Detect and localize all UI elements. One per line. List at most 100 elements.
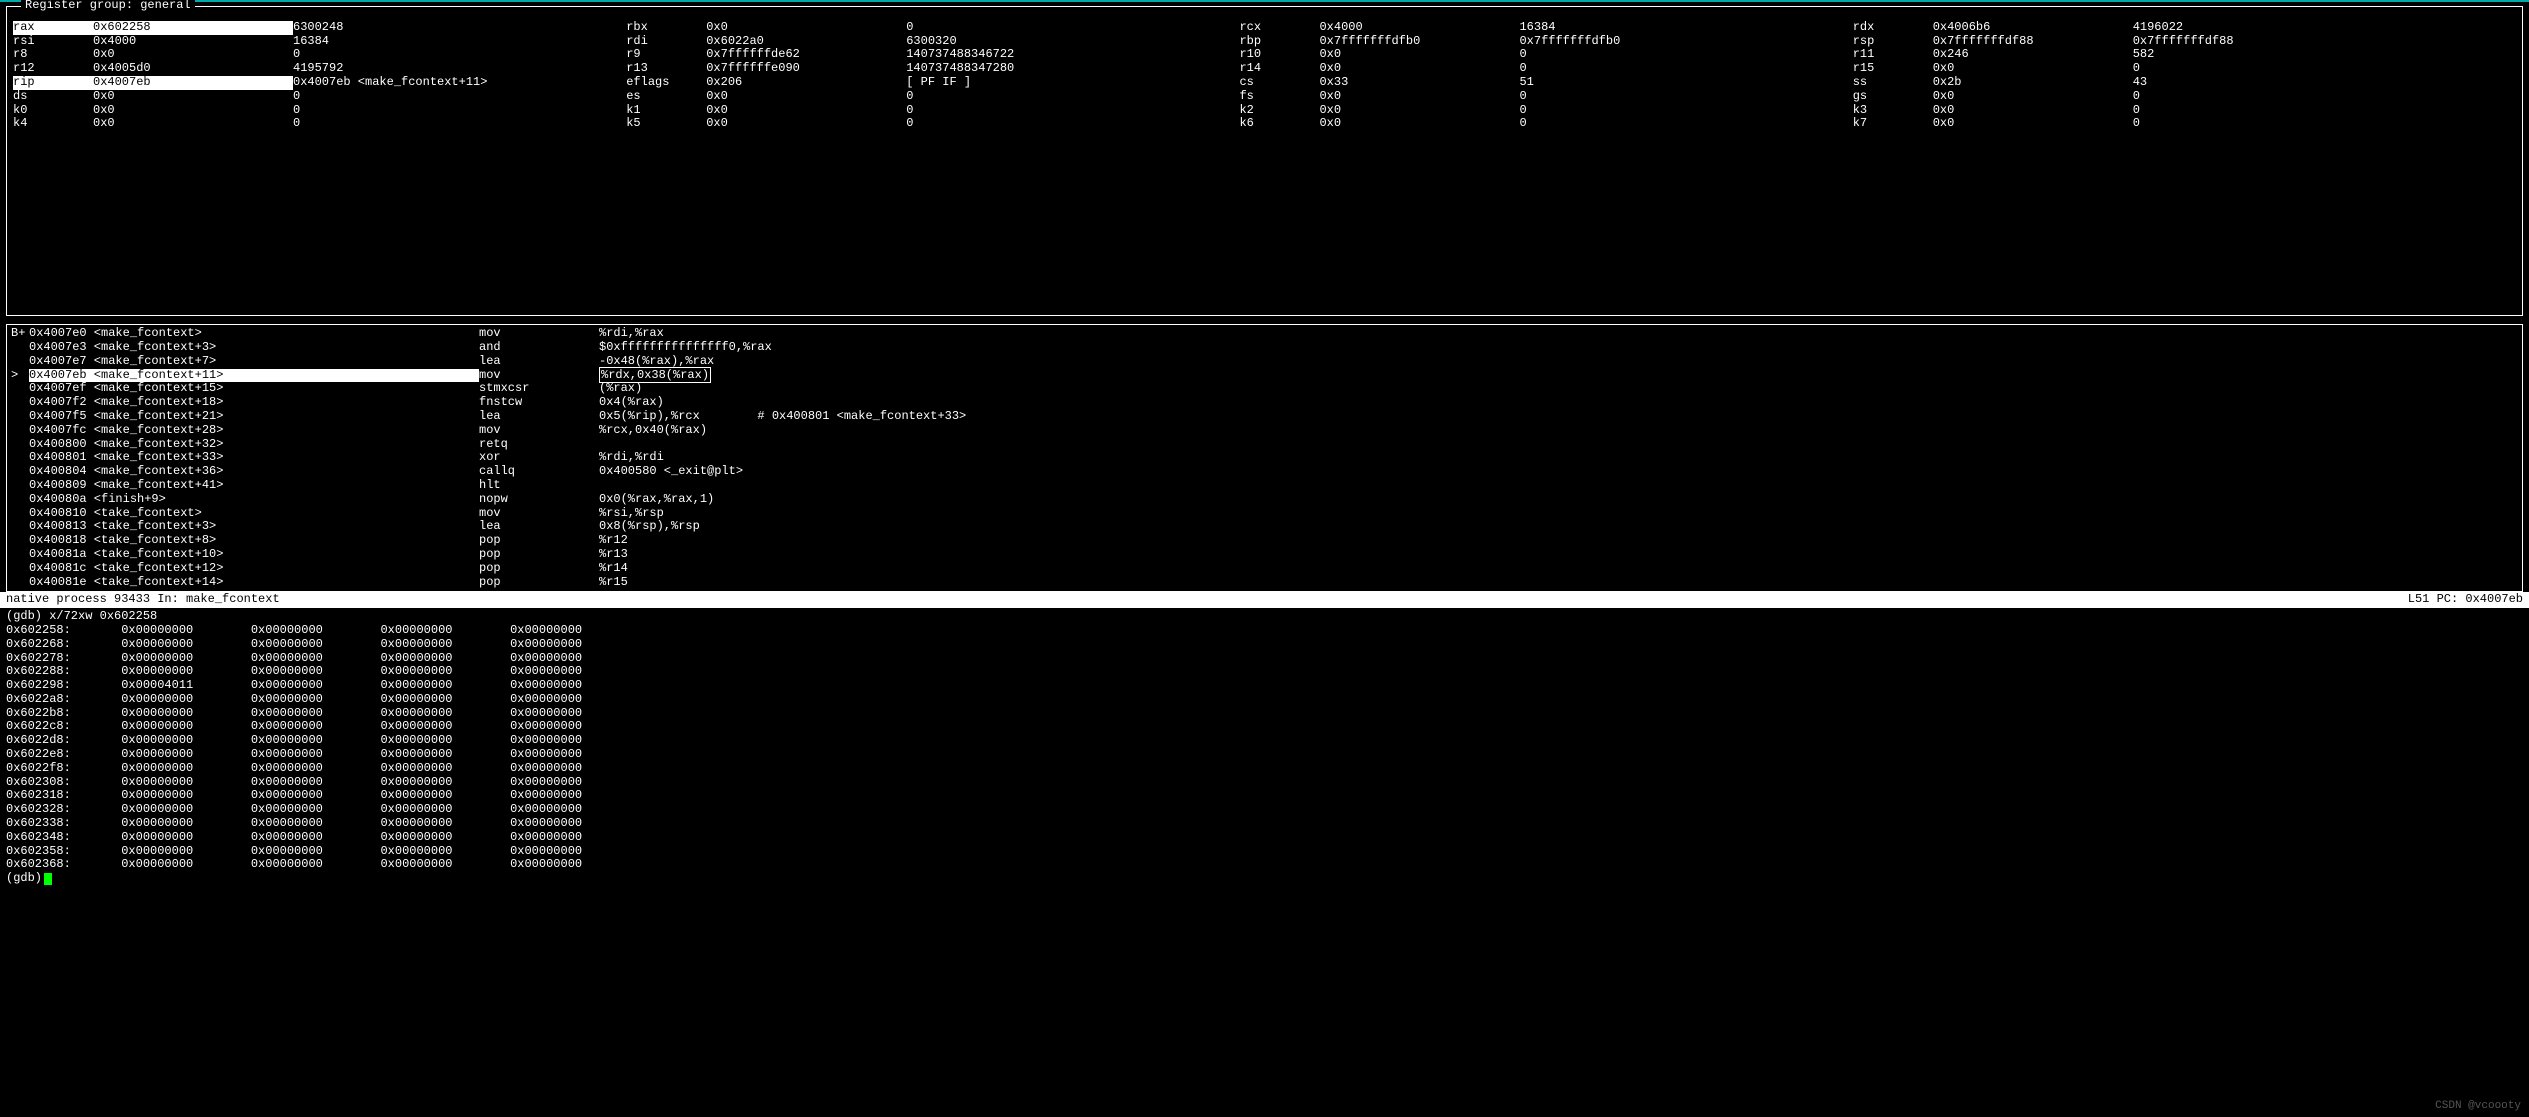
asm-operands: %r13: [599, 548, 2518, 562]
register-name: cs: [1239, 76, 1319, 90]
register-name: r15: [1853, 62, 1933, 76]
register-es[interactable]: es0x00: [626, 90, 1239, 104]
register-rax[interactable]: rax0x6022586300248: [13, 21, 626, 35]
asm-line[interactable]: 0x40081a <take_fcontext+10>pop%r13: [11, 548, 2518, 562]
register-dec: 0: [906, 117, 1239, 131]
register-dec: 6300248: [293, 21, 626, 35]
register-k3[interactable]: k30x00: [1853, 104, 2466, 118]
register-fs[interactable]: fs0x00: [1239, 90, 1852, 104]
register-r14[interactable]: r140x00: [1239, 62, 1852, 76]
asm-operands: %rdi,%rdi: [599, 451, 2518, 465]
asm-line[interactable]: 0x400813 <take_fcontext+3>lea0x8(%rsp),%…: [11, 520, 2518, 534]
register-k5[interactable]: k50x00: [626, 117, 1239, 131]
asm-operands: %rdi,%rax: [599, 327, 2518, 341]
gdb-output-panel[interactable]: (gdb) x/72xw 0x602258 0x602258: 0x000000…: [0, 608, 2529, 888]
asm-mnemonic: fnstcw: [479, 396, 599, 410]
register-rbx[interactable]: rbx0x00: [626, 21, 1239, 35]
register-hex: 0x7fffffffdf88: [1933, 35, 2133, 49]
memory-row: 0x602338: 0x00000000 0x00000000 0x000000…: [6, 817, 2523, 831]
register-hex: 0x0: [1933, 90, 2133, 104]
register-rsi[interactable]: rsi0x400016384: [13, 35, 626, 49]
register-k4[interactable]: k40x00: [13, 117, 626, 131]
register-hex: 0x0: [1319, 48, 1519, 62]
asm-line[interactable]: 0x40081e <take_fcontext+14>pop%r15: [11, 576, 2518, 590]
asm-line[interactable]: 0x4007f2 <make_fcontext+18>fnstcw0x4(%ra…: [11, 396, 2518, 410]
asm-mnemonic: mov: [479, 369, 599, 383]
cursor-icon: [44, 873, 52, 885]
asm-line[interactable]: 0x400818 <take_fcontext+8>pop%r12: [11, 534, 2518, 548]
register-r12[interactable]: r120x4005d04195792: [13, 62, 626, 76]
memory-row: 0x602298: 0x00004011 0x00000000 0x000000…: [6, 679, 2523, 693]
gdb-prompt-row[interactable]: (gdb): [6, 872, 2523, 886]
register-rsp[interactable]: rsp0x7fffffffdf880x7fffffffdf88: [1853, 35, 2466, 49]
asm-address: 0x4007f2 <make_fcontext+18>: [29, 396, 479, 410]
asm-line[interactable]: 0x400804 <make_fcontext+36>callq0x400580…: [11, 465, 2518, 479]
asm-line[interactable]: 0x4007e3 <make_fcontext+3>and$0xffffffff…: [11, 341, 2518, 355]
register-gs[interactable]: gs0x00: [1853, 90, 2466, 104]
asm-line[interactable]: >0x4007eb <make_fcontext+11>mov%rdx,0x38…: [11, 369, 2518, 383]
register-k2[interactable]: k20x00: [1239, 104, 1852, 118]
asm-operands: 0x8(%rsp),%rsp: [599, 520, 2518, 534]
register-cs[interactable]: cs0x3351: [1239, 76, 1852, 90]
asm-operands: [599, 438, 2518, 452]
asm-line[interactable]: 0x40080a <finish+9>nopw0x0(%rax,%rax,1): [11, 493, 2518, 507]
gdb-prompt: (gdb): [6, 872, 42, 886]
asm-line[interactable]: 0x400809 <make_fcontext+41>hlt: [11, 479, 2518, 493]
asm-address: 0x4007ef <make_fcontext+15>: [29, 382, 479, 396]
register-rcx[interactable]: rcx0x400016384: [1239, 21, 1852, 35]
register-name: k6: [1239, 117, 1319, 131]
register-dec: 0: [1519, 62, 1852, 76]
register-r10[interactable]: r100x00: [1239, 48, 1852, 62]
register-r9[interactable]: r90x7ffffffde62140737488346722: [626, 48, 1239, 62]
asm-line[interactable]: 0x400810 <take_fcontext>mov%rsi,%rsp: [11, 507, 2518, 521]
register-dec: 51: [1519, 76, 1852, 90]
register-dec: 0: [906, 104, 1239, 118]
register-k7[interactable]: k70x00: [1853, 117, 2466, 131]
register-hex: 0x4000: [1319, 21, 1519, 35]
register-name: k4: [13, 117, 93, 131]
register-rbp[interactable]: rbp0x7fffffffdfb00x7fffffffdfb0: [1239, 35, 1852, 49]
memory-row: 0x602268: 0x00000000 0x00000000 0x000000…: [6, 638, 2523, 652]
register-hex: 0x4007eb: [93, 76, 293, 90]
asm-operands: %rsi,%rsp: [599, 507, 2518, 521]
register-dec: 4195792: [293, 62, 626, 76]
asm-gutter: [11, 451, 29, 465]
asm-line[interactable]: 0x4007ef <make_fcontext+15>stmxcsr(%rax): [11, 382, 2518, 396]
asm-line[interactable]: 0x400801 <make_fcontext+33>xor%rdi,%rdi: [11, 451, 2518, 465]
asm-operands: %rdx,0x38(%rax): [599, 369, 2518, 383]
registers-grid[interactable]: rax0x6022586300248rbx0x00rcx0x400016384r…: [7, 21, 2522, 135]
memory-row: 0x602348: 0x00000000 0x00000000 0x000000…: [6, 831, 2523, 845]
asm-listing[interactable]: B+0x4007e0 <make_fcontext>mov%rdi,%rax0x…: [7, 325, 2522, 591]
register-hex: 0x4006b6: [1933, 21, 2133, 35]
register-eflags[interactable]: eflags0x206[ PF IF ]: [626, 76, 1239, 90]
register-k6[interactable]: k60x00: [1239, 117, 1852, 131]
register-name: r8: [13, 48, 93, 62]
register-name: k2: [1239, 104, 1319, 118]
register-r8[interactable]: r80x00: [13, 48, 626, 62]
asm-line[interactable]: 0x400800 <make_fcontext+32>retq: [11, 438, 2518, 452]
register-rip[interactable]: rip0x4007eb0x4007eb <make_fcontext+11>: [13, 76, 626, 90]
register-ds[interactable]: ds0x00: [13, 90, 626, 104]
asm-line[interactable]: 0x4007f5 <make_fcontext+21>lea0x5(%rip),…: [11, 410, 2518, 424]
register-k1[interactable]: k10x00: [626, 104, 1239, 118]
register-rdi[interactable]: rdi0x6022a06300320: [626, 35, 1239, 49]
register-dec: 43: [2133, 76, 2466, 90]
register-name: rsi: [13, 35, 93, 49]
register-row: rax0x6022586300248rbx0x00rcx0x400016384r…: [13, 21, 2516, 35]
register-rdx[interactable]: rdx0x4006b64196022: [1853, 21, 2466, 35]
register-dec: 582: [2133, 48, 2466, 62]
asm-gutter: [11, 576, 29, 590]
asm-line[interactable]: 0x40081c <take_fcontext+12>pop%r14: [11, 562, 2518, 576]
register-hex: 0x33: [1319, 76, 1519, 90]
register-ss[interactable]: ss0x2b43: [1853, 76, 2466, 90]
asm-line[interactable]: 0x4007fc <make_fcontext+28>mov%rcx,0x40(…: [11, 424, 2518, 438]
asm-mnemonic: mov: [479, 327, 599, 341]
register-k0[interactable]: k00x00: [13, 104, 626, 118]
register-r13[interactable]: r130x7ffffffe090140737488347280: [626, 62, 1239, 76]
register-r15[interactable]: r150x00: [1853, 62, 2466, 76]
asm-line[interactable]: B+0x4007e0 <make_fcontext>mov%rdi,%rax: [11, 327, 2518, 341]
register-dec: 4196022: [2133, 21, 2466, 35]
register-r11[interactable]: r110x246582: [1853, 48, 2466, 62]
asm-line[interactable]: 0x4007e7 <make_fcontext+7>lea-0x48(%rax)…: [11, 355, 2518, 369]
register-name: rsp: [1853, 35, 1933, 49]
